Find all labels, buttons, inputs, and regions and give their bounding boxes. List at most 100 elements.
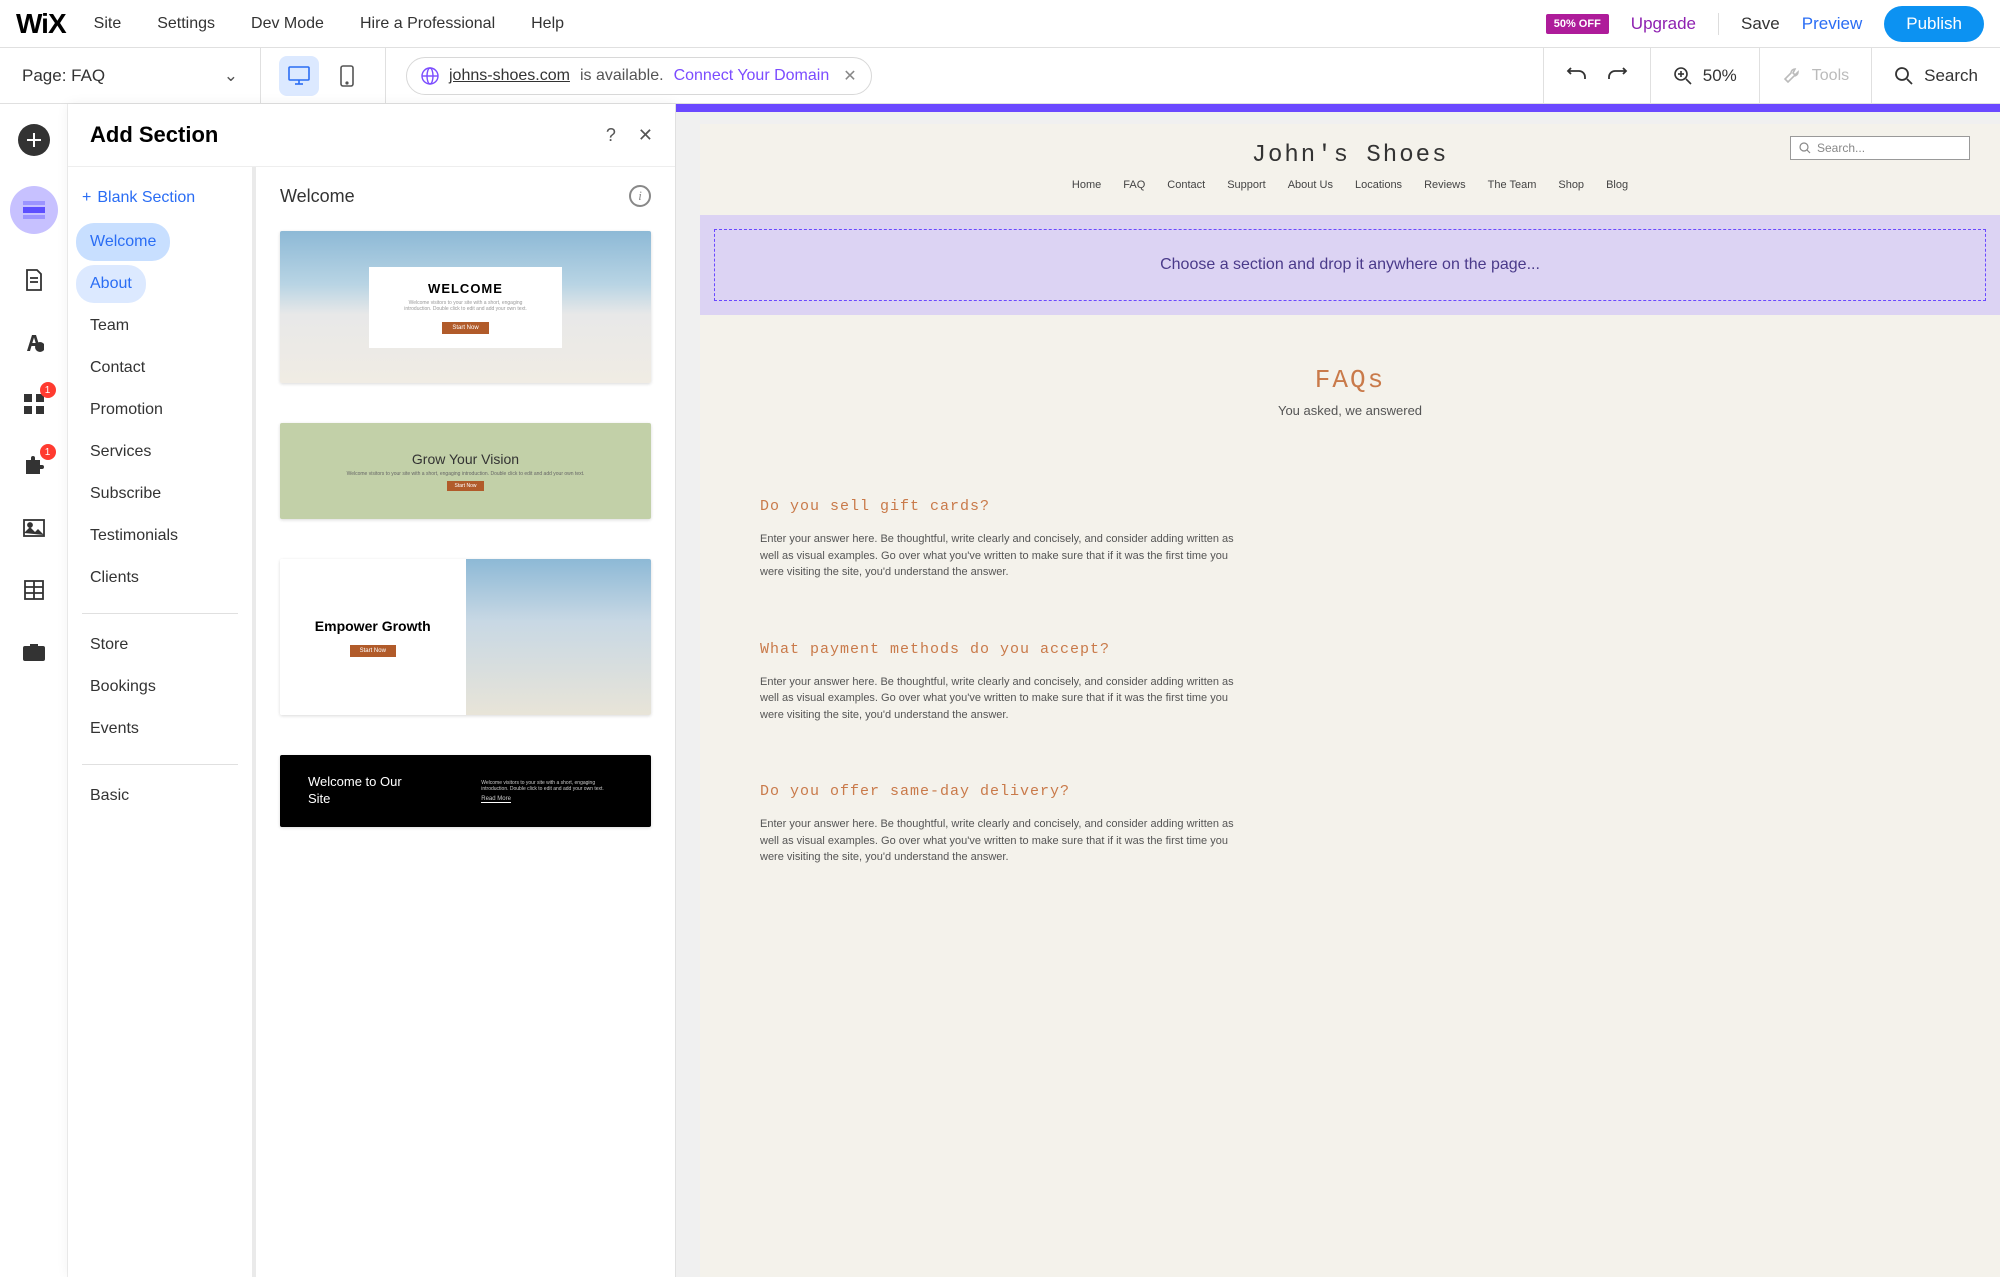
offer-badge[interactable]: 50% OFF <box>1546 14 1609 34</box>
section-preview-1[interactable]: WELCOME Welcome visitors to your site wi… <box>280 231 651 383</box>
top-nav: Site Settings Dev Mode Hire a Profession… <box>94 15 564 33</box>
category-store[interactable]: Store <box>76 626 142 664</box>
search-icon <box>1894 66 1914 86</box>
faq-question[interactable]: Do you sell gift cards? <box>760 498 1240 515</box>
nav-shop[interactable]: Shop <box>1558 179 1584 191</box>
topbar: WiX Site Settings Dev Mode Hire a Profes… <box>0 0 2000 48</box>
nav-home[interactable]: Home <box>1072 179 1101 191</box>
info-button[interactable]: i <box>629 185 651 207</box>
plus-icon <box>26 132 42 148</box>
faq-question[interactable]: Do you offer same-day delivery? <box>760 783 1240 800</box>
nav-blog[interactable]: Blog <box>1606 179 1628 191</box>
section-preview-3[interactable]: Empower Growth Start Now <box>280 559 651 715</box>
nav-contact[interactable]: Contact <box>1167 179 1205 191</box>
publish-button[interactable]: Publish <box>1884 6 1984 42</box>
faq-answer[interactable]: Enter your answer here. Be thoughtful, w… <box>760 816 1240 866</box>
mobile-view-button[interactable] <box>327 56 367 96</box>
undo-button[interactable] <box>1566 65 1588 87</box>
save-button[interactable]: Save <box>1741 14 1780 34</box>
desktop-view-button[interactable] <box>279 56 319 96</box>
preview-title: Welcome to Our Site <box>308 774 418 808</box>
secondary-bar: Page: FAQ ⌄ johns-shoes.com is available… <box>0 48 2000 104</box>
category-welcome[interactable]: Welcome <box>76 223 170 261</box>
site-preview[interactable]: John's Shoes Search... Home FAQ Contact … <box>700 124 2000 1277</box>
nav-help[interactable]: Help <box>531 15 564 33</box>
main: 1 1 Add Section ? ✕ + Bl <box>0 104 2000 1277</box>
faq-item[interactable]: Do you sell gift cards? Enter your answe… <box>760 498 1240 581</box>
faq-item[interactable]: Do you offer same-day delivery? Enter yo… <box>760 783 1240 866</box>
addons-button[interactable]: 1 <box>18 450 50 482</box>
domain-name[interactable]: johns-shoes.com <box>449 67 570 85</box>
redo-button[interactable] <box>1606 65 1628 87</box>
topbar-right: 50% OFF Upgrade Save Preview Publish <box>1546 6 1984 42</box>
pages-button[interactable] <box>18 264 50 296</box>
help-button[interactable]: ? <box>606 125 616 146</box>
site-search-box[interactable]: Search... <box>1790 136 1970 160</box>
category-bookings[interactable]: Bookings <box>76 668 170 706</box>
media-button[interactable] <box>18 512 50 544</box>
design-button[interactable] <box>18 326 50 358</box>
category-events[interactable]: Events <box>76 710 153 748</box>
nav-faq[interactable]: FAQ <box>1123 179 1145 191</box>
sections-button[interactable] <box>10 186 58 234</box>
category-team[interactable]: Team <box>76 307 143 345</box>
secbar-right: 50% Tools Search <box>1543 48 2000 103</box>
preview-sub: Welcome visitors to your site with a sho… <box>347 471 585 477</box>
category-subscribe[interactable]: Subscribe <box>76 475 175 513</box>
category-promotion[interactable]: Promotion <box>76 391 177 429</box>
nav-support[interactable]: Support <box>1227 179 1266 191</box>
divider <box>1718 13 1719 35</box>
upgrade-link[interactable]: Upgrade <box>1631 14 1696 34</box>
category-clients[interactable]: Clients <box>76 559 153 597</box>
wix-logo[interactable]: WiX <box>16 8 66 40</box>
section-preview-4[interactable]: Welcome to Our Site Welcome visitors to … <box>280 755 651 827</box>
add-button[interactable] <box>18 124 50 156</box>
search-label: Search <box>1924 66 1978 86</box>
content-button[interactable] <box>18 574 50 606</box>
faq-item[interactable]: What payment methods do you accept? Ente… <box>760 641 1240 724</box>
nav-devmode[interactable]: Dev Mode <box>251 15 324 33</box>
site-header: John's Shoes Search... Home FAQ Contact … <box>700 124 2000 215</box>
faq-answer[interactable]: Enter your answer here. Be thoughtful, w… <box>760 531 1240 581</box>
apps-button[interactable]: 1 <box>18 388 50 420</box>
faq-section[interactable]: FAQs You asked, we answered Do you sell … <box>700 315 2000 976</box>
business-button[interactable] <box>18 636 50 668</box>
category-contact[interactable]: Contact <box>76 349 159 387</box>
close-icon[interactable]: ✕ <box>843 66 856 86</box>
tools-button[interactable]: Tools <box>1759 48 1871 103</box>
preview-content: WELCOME Welcome visitors to your site wi… <box>369 267 562 348</box>
search-button[interactable]: Search <box>1871 48 2000 103</box>
preview-list: Welcome i WELCOME Welcome visitors to yo… <box>256 167 675 1277</box>
divider <box>82 764 238 765</box>
blank-section-link[interactable]: + Blank Section <box>76 181 244 215</box>
page-label: Page: FAQ <box>22 66 105 86</box>
category-about[interactable]: About <box>76 265 146 303</box>
nav-locations[interactable]: Locations <box>1355 179 1402 191</box>
chevron-down-icon: ⌄ <box>224 66 238 86</box>
faq-question[interactable]: What payment methods do you accept? <box>760 641 1240 658</box>
preview-right: Welcome visitors to your site with a sho… <box>481 780 623 803</box>
faq-subtitle[interactable]: You asked, we answered <box>760 403 1940 418</box>
nav-settings[interactable]: Settings <box>157 15 215 33</box>
badge-count: 1 <box>40 444 56 460</box>
nav-team[interactable]: The Team <box>1488 179 1537 191</box>
nav-about[interactable]: About Us <box>1288 179 1333 191</box>
page-dropdown[interactable]: Page: FAQ ⌄ <box>0 66 260 86</box>
preview-button[interactable]: Preview <box>1802 14 1862 34</box>
faq-title[interactable]: FAQs <box>760 365 1940 395</box>
zoom-control[interactable]: 50% <box>1650 48 1759 103</box>
plus-icon: + <box>82 189 91 207</box>
category-testimonials[interactable]: Testimonials <box>76 517 192 555</box>
connect-domain-link[interactable]: Connect Your Domain <box>674 67 830 85</box>
section-preview-2[interactable]: Grow Your Vision Welcome visitors to you… <box>280 423 651 519</box>
nav-hire[interactable]: Hire a Professional <box>360 15 495 33</box>
category-basic[interactable]: Basic <box>76 777 143 815</box>
nav-reviews[interactable]: Reviews <box>1424 179 1466 191</box>
close-button[interactable]: ✕ <box>638 125 653 146</box>
sections-icon <box>23 201 45 219</box>
nav-site[interactable]: Site <box>94 15 122 33</box>
section-dropzone[interactable]: Choose a section and drop it anywhere on… <box>714 229 1986 301</box>
category-services[interactable]: Services <box>76 433 165 471</box>
faq-answer[interactable]: Enter your answer here. Be thoughtful, w… <box>760 674 1240 724</box>
image-icon <box>23 519 45 537</box>
